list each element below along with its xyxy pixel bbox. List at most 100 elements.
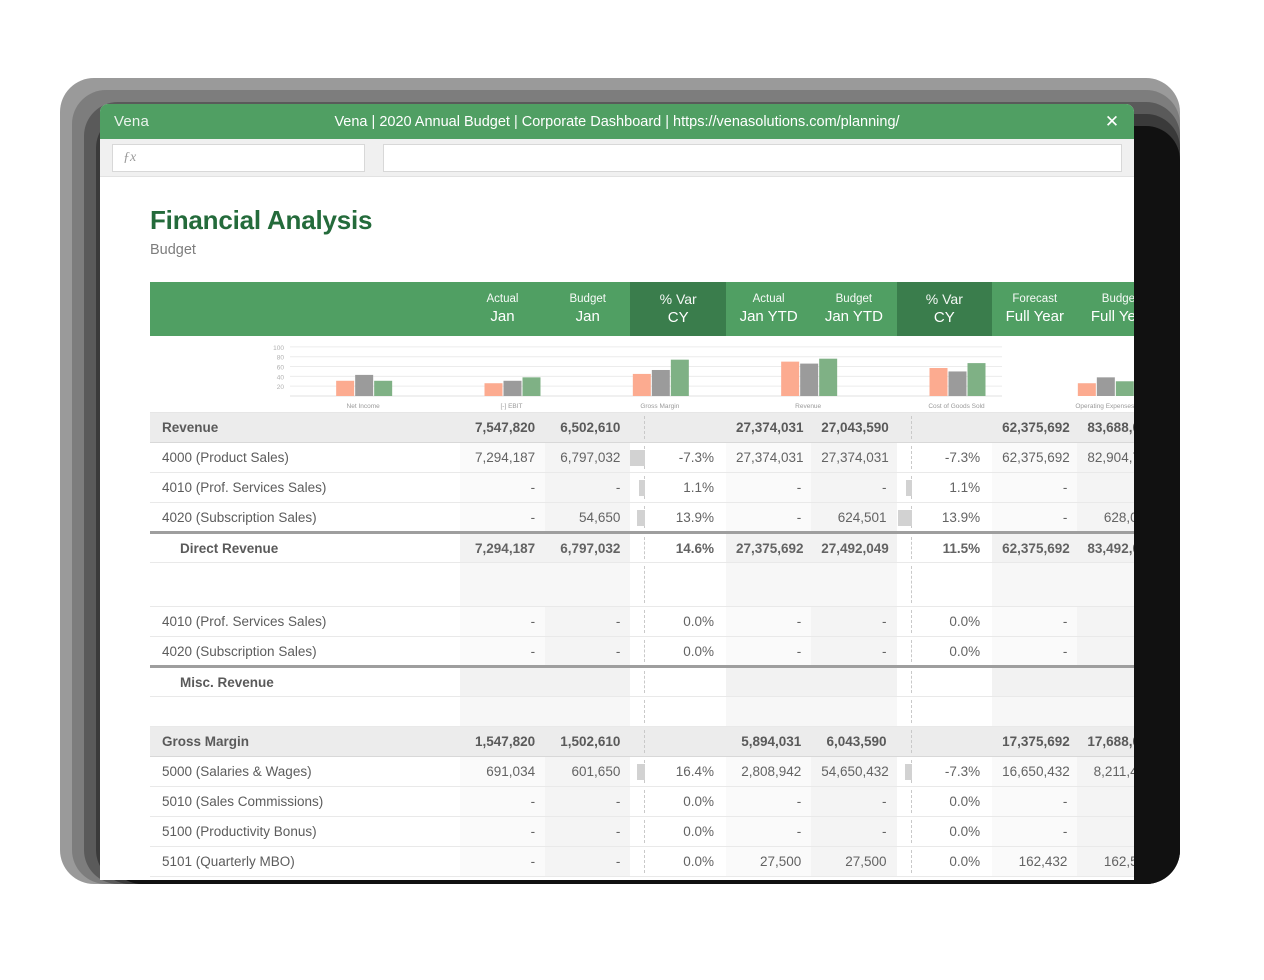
table-row[interactable]: 5010 (Sales Commissions)--0.0%--0.0%---1… <box>150 787 1134 817</box>
cell-value[interactable]: - <box>1077 787 1134 817</box>
cell-value[interactable] <box>1077 667 1134 697</box>
cell-value[interactable] <box>726 563 811 607</box>
cell-value[interactable]: 6,797,032 <box>545 443 630 473</box>
cell-value[interactable]: - <box>726 787 811 817</box>
cell-value[interactable] <box>811 563 896 607</box>
cell-value[interactable]: 17,375,692 <box>992 727 1077 757</box>
table-row[interactable]: Gross Margin1,547,8201,502,6105,894,0316… <box>150 727 1134 757</box>
cell-variance[interactable]: 0.0% <box>630 607 726 637</box>
cell-variance[interactable]: 0.0% <box>897 817 993 847</box>
cell-value[interactable]: 27,500 <box>726 847 811 877</box>
cell-variance[interactable] <box>897 727 993 757</box>
cell-value[interactable] <box>545 563 630 607</box>
cell-value[interactable]: - <box>992 607 1077 637</box>
cell-value[interactable]: 27,492,049 <box>811 533 896 563</box>
cell-value[interactable]: - <box>992 503 1077 533</box>
cell-value[interactable]: 162,432 <box>992 847 1077 877</box>
table-row[interactable]: Misc. Revenue <box>150 667 1134 697</box>
cell-value[interactable]: - <box>726 473 811 503</box>
cell-value[interactable]: - <box>726 503 811 533</box>
cell-value[interactable]: 16,650,432 <box>992 757 1077 787</box>
cell-value[interactable]: 62,375,692 <box>992 413 1077 443</box>
cell-value[interactable]: 624,501 <box>811 503 896 533</box>
cell-variance[interactable] <box>630 727 726 757</box>
cell-value[interactable]: - <box>460 473 545 503</box>
cell-value[interactable]: 27,375,692 <box>726 533 811 563</box>
column-header-var_cy_1[interactable]: % VarCY <box>630 282 726 336</box>
cell-variance[interactable]: 1.1% <box>897 473 993 503</box>
cell-value[interactable]: - <box>545 847 630 877</box>
table-row[interactable] <box>150 563 1134 607</box>
cell-variance[interactable]: -7.3% <box>630 443 726 473</box>
cell-value[interactable]: - <box>1077 817 1134 847</box>
cell-variance[interactable]: 0.0% <box>897 847 993 877</box>
cell-value[interactable]: - <box>1077 607 1134 637</box>
cell-value[interactable]: 6,043,590 <box>811 727 896 757</box>
cell-value[interactable]: - <box>460 503 545 533</box>
cell-value[interactable]: 27,374,031 <box>811 443 896 473</box>
cell-value[interactable]: - <box>1077 473 1134 503</box>
cell-value[interactable]: 6,797,032 <box>545 533 630 563</box>
cell-variance[interactable]: 0.0% <box>897 637 993 667</box>
table-row[interactable]: 5101 (Quarterly MBO)--0.0%27,50027,5000.… <box>150 847 1134 877</box>
table-row[interactable]: 5000 (Salaries & Wages)691,034601,65016.… <box>150 757 1134 787</box>
cell-value[interactable]: 162,500 <box>1077 847 1134 877</box>
cell-value[interactable] <box>460 697 545 727</box>
cell-value[interactable] <box>1077 563 1134 607</box>
cell-value[interactable]: - <box>726 607 811 637</box>
cell-variance[interactable]: 11.5% <box>897 533 993 563</box>
cell-value[interactable] <box>992 563 1077 607</box>
cell-value[interactable]: 62,375,692 <box>992 533 1077 563</box>
cell-value[interactable]: - <box>811 473 896 503</box>
cell-value[interactable]: - <box>1077 637 1134 667</box>
column-header-actual_jan[interactable]: ActualJan <box>460 282 545 336</box>
cell-variance[interactable] <box>630 697 726 727</box>
name-box[interactable]: ƒx <box>112 144 365 172</box>
column-header-actual_ytd[interactable]: ActualJan YTD <box>726 282 811 336</box>
cell-variance[interactable] <box>897 697 993 727</box>
cell-value[interactable]: - <box>545 637 630 667</box>
cell-value[interactable]: - <box>460 817 545 847</box>
cell-value[interactable]: - <box>460 787 545 817</box>
cell-value[interactable] <box>1077 697 1134 727</box>
cell-value[interactable]: - <box>726 637 811 667</box>
cell-value[interactable] <box>726 697 811 727</box>
cell-value[interactable]: - <box>811 607 896 637</box>
table-row[interactable]: Direct Revenue7,294,1876,797,03214.6%27,… <box>150 533 1134 563</box>
cell-value[interactable]: - <box>545 607 630 637</box>
cell-value[interactable]: - <box>992 817 1077 847</box>
cell-value[interactable]: 83,688,009 <box>1077 413 1134 443</box>
cell-value[interactable]: 7,294,187 <box>460 443 545 473</box>
cell-value[interactable]: 17,688,009 <box>1077 727 1134 757</box>
cell-value[interactable]: - <box>726 817 811 847</box>
cell-value[interactable]: 691,034 <box>460 757 545 787</box>
column-header-var_cy_2[interactable]: % VarCY <box>897 282 993 336</box>
cell-value[interactable] <box>460 563 545 607</box>
cell-value[interactable]: 7,294,187 <box>460 533 545 563</box>
cell-variance[interactable] <box>897 413 993 443</box>
cell-value[interactable] <box>726 667 811 697</box>
cell-variance[interactable]: 0.0% <box>897 607 993 637</box>
cell-value[interactable]: 62,375,692 <box>992 443 1077 473</box>
close-icon[interactable]: ✕ <box>1098 108 1126 136</box>
table-row[interactable]: 4020 (Subscription Sales)-54,65013.9%-62… <box>150 503 1134 533</box>
cell-value[interactable]: - <box>545 787 630 817</box>
formula-input[interactable] <box>383 144 1122 172</box>
cell-variance[interactable] <box>897 667 993 697</box>
cell-value[interactable] <box>545 667 630 697</box>
cell-value[interactable]: - <box>460 847 545 877</box>
cell-value[interactable] <box>992 667 1077 697</box>
cell-variance[interactable]: 13.9% <box>630 503 726 533</box>
cell-value[interactable]: 82,904,712 <box>1077 443 1134 473</box>
cell-value[interactable] <box>811 667 896 697</box>
column-header-forecast_fy[interactable]: ForecastFull Year <box>992 282 1077 336</box>
cell-value[interactable] <box>992 697 1077 727</box>
cell-variance[interactable]: 1.1% <box>630 473 726 503</box>
table-row[interactable]: Revenue7,547,8206,502,61027,374,03127,04… <box>150 413 1134 443</box>
cell-value[interactable]: 27,374,031 <box>726 443 811 473</box>
cell-value[interactable] <box>460 667 545 697</box>
cell-value[interactable] <box>545 697 630 727</box>
cell-value[interactable]: 83,492,049 <box>1077 533 1134 563</box>
cell-variance[interactable]: 0.0% <box>897 787 993 817</box>
cell-value[interactable]: 7,547,820 <box>460 413 545 443</box>
